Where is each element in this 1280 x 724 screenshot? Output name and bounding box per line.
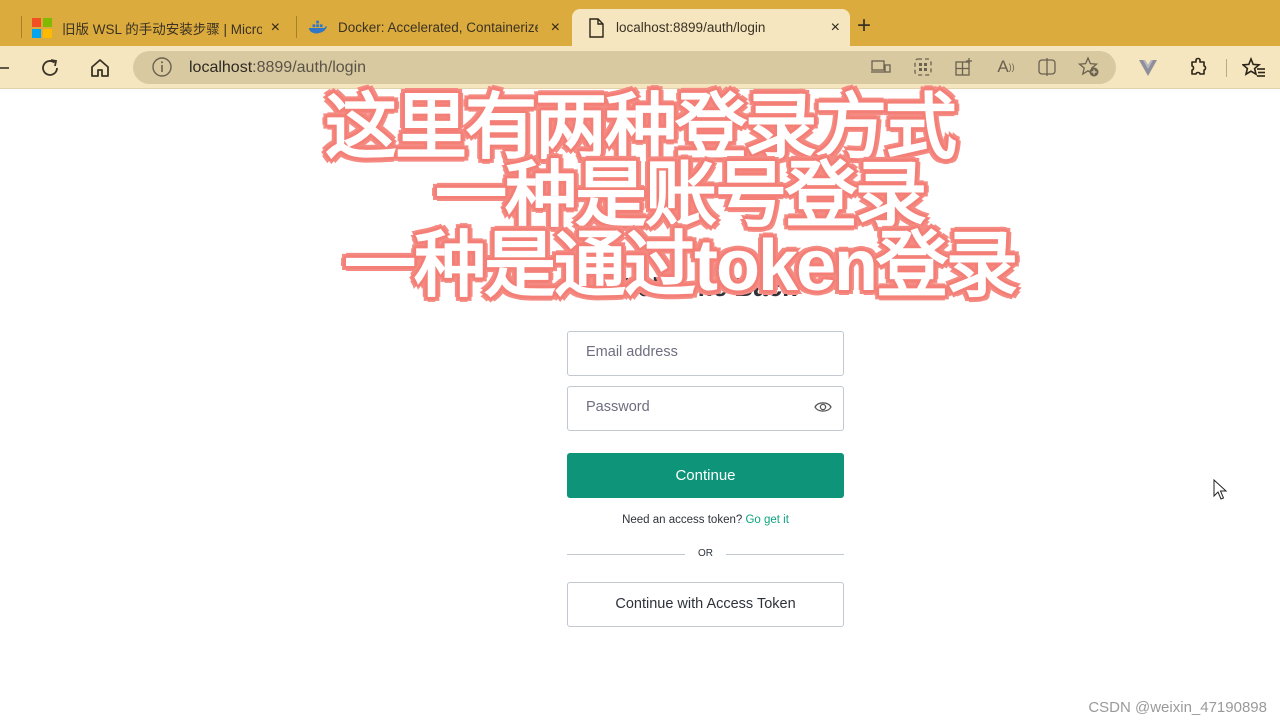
- tab-close-button[interactable]: ×: [271, 19, 280, 37]
- address-bar[interactable]: localhost:8899/auth/login A)): [133, 51, 1116, 84]
- add-app-icon[interactable]: [951, 54, 977, 80]
- access-token-button[interactable]: Continue with Access Token: [567, 582, 844, 627]
- apps-icon[interactable]: [910, 54, 936, 80]
- continue-button[interactable]: Continue: [567, 453, 844, 498]
- email-input[interactable]: [586, 344, 806, 360]
- url-path: :8899/auth/login: [252, 59, 367, 76]
- back-icon[interactable]: [0, 55, 18, 81]
- docker-logo-icon: [308, 18, 328, 38]
- extensions-icon[interactable]: [1186, 55, 1212, 81]
- tab-title: Docker: Accelerated, Containerized: [338, 20, 538, 35]
- tab-strip: 旧版 WSL 的手动安装步骤 | Micro × Docker: Acceler…: [0, 0, 1280, 46]
- need-token-text: Need an access token?: [622, 514, 743, 526]
- watermark: CSDN @weixin_47190898: [1088, 699, 1267, 716]
- new-tab-button[interactable]: +: [857, 12, 871, 40]
- tab-close-button[interactable]: ×: [551, 19, 560, 37]
- browser-toolbar: localhost:8899/auth/login A)): [0, 46, 1280, 89]
- url-text[interactable]: localhost:8899/auth/login: [189, 59, 366, 77]
- split-screen-icon[interactable]: [1034, 54, 1060, 80]
- tab-title: localhost:8899/auth/login: [616, 20, 766, 35]
- info-icon[interactable]: [149, 54, 175, 80]
- go-get-it-link[interactable]: Go get it: [745, 514, 788, 526]
- refresh-icon[interactable]: [37, 55, 63, 81]
- favorite-add-icon[interactable]: [1076, 54, 1102, 80]
- page-icon: [586, 17, 606, 38]
- tab-login[interactable]: localhost:8899/auth/login ×: [572, 9, 850, 46]
- tab-separator: [21, 16, 22, 38]
- password-input[interactable]: [586, 399, 806, 415]
- tab-title: 旧版 WSL 的手动安装步骤 | Micro: [62, 21, 262, 37]
- password-field[interactable]: [567, 386, 844, 431]
- favorites-icon[interactable]: [1241, 55, 1267, 81]
- device-icon[interactable]: [868, 54, 894, 80]
- home-icon[interactable]: [87, 55, 113, 81]
- show-password-icon[interactable]: [814, 400, 832, 419]
- need-token-prompt: Need an access token? Go get it: [567, 514, 844, 526]
- toolbar-divider: [1226, 59, 1227, 77]
- mouse-cursor-icon: [1213, 478, 1229, 506]
- microsoft-logo-icon: [32, 17, 52, 38]
- url-host: localhost: [189, 59, 253, 76]
- divider-line-right: [726, 554, 844, 555]
- page-title: Welcome Back: [613, 272, 797, 302]
- tab-docker[interactable]: Docker: Accelerated, Containerized ×: [308, 9, 570, 46]
- vue-devtools-icon[interactable]: [1135, 55, 1161, 81]
- tab-wsl[interactable]: 旧版 WSL 的手动安装步骤 | Micro ×: [32, 9, 290, 46]
- email-field[interactable]: [567, 331, 844, 376]
- or-divider: OR: [567, 547, 844, 561]
- tab-separator: [296, 16, 297, 38]
- login-page: Welcome Back Continue Need an access tok…: [0, 89, 1280, 724]
- read-aloud-icon[interactable]: A)): [993, 54, 1019, 80]
- tab-close-button[interactable]: ×: [831, 19, 840, 37]
